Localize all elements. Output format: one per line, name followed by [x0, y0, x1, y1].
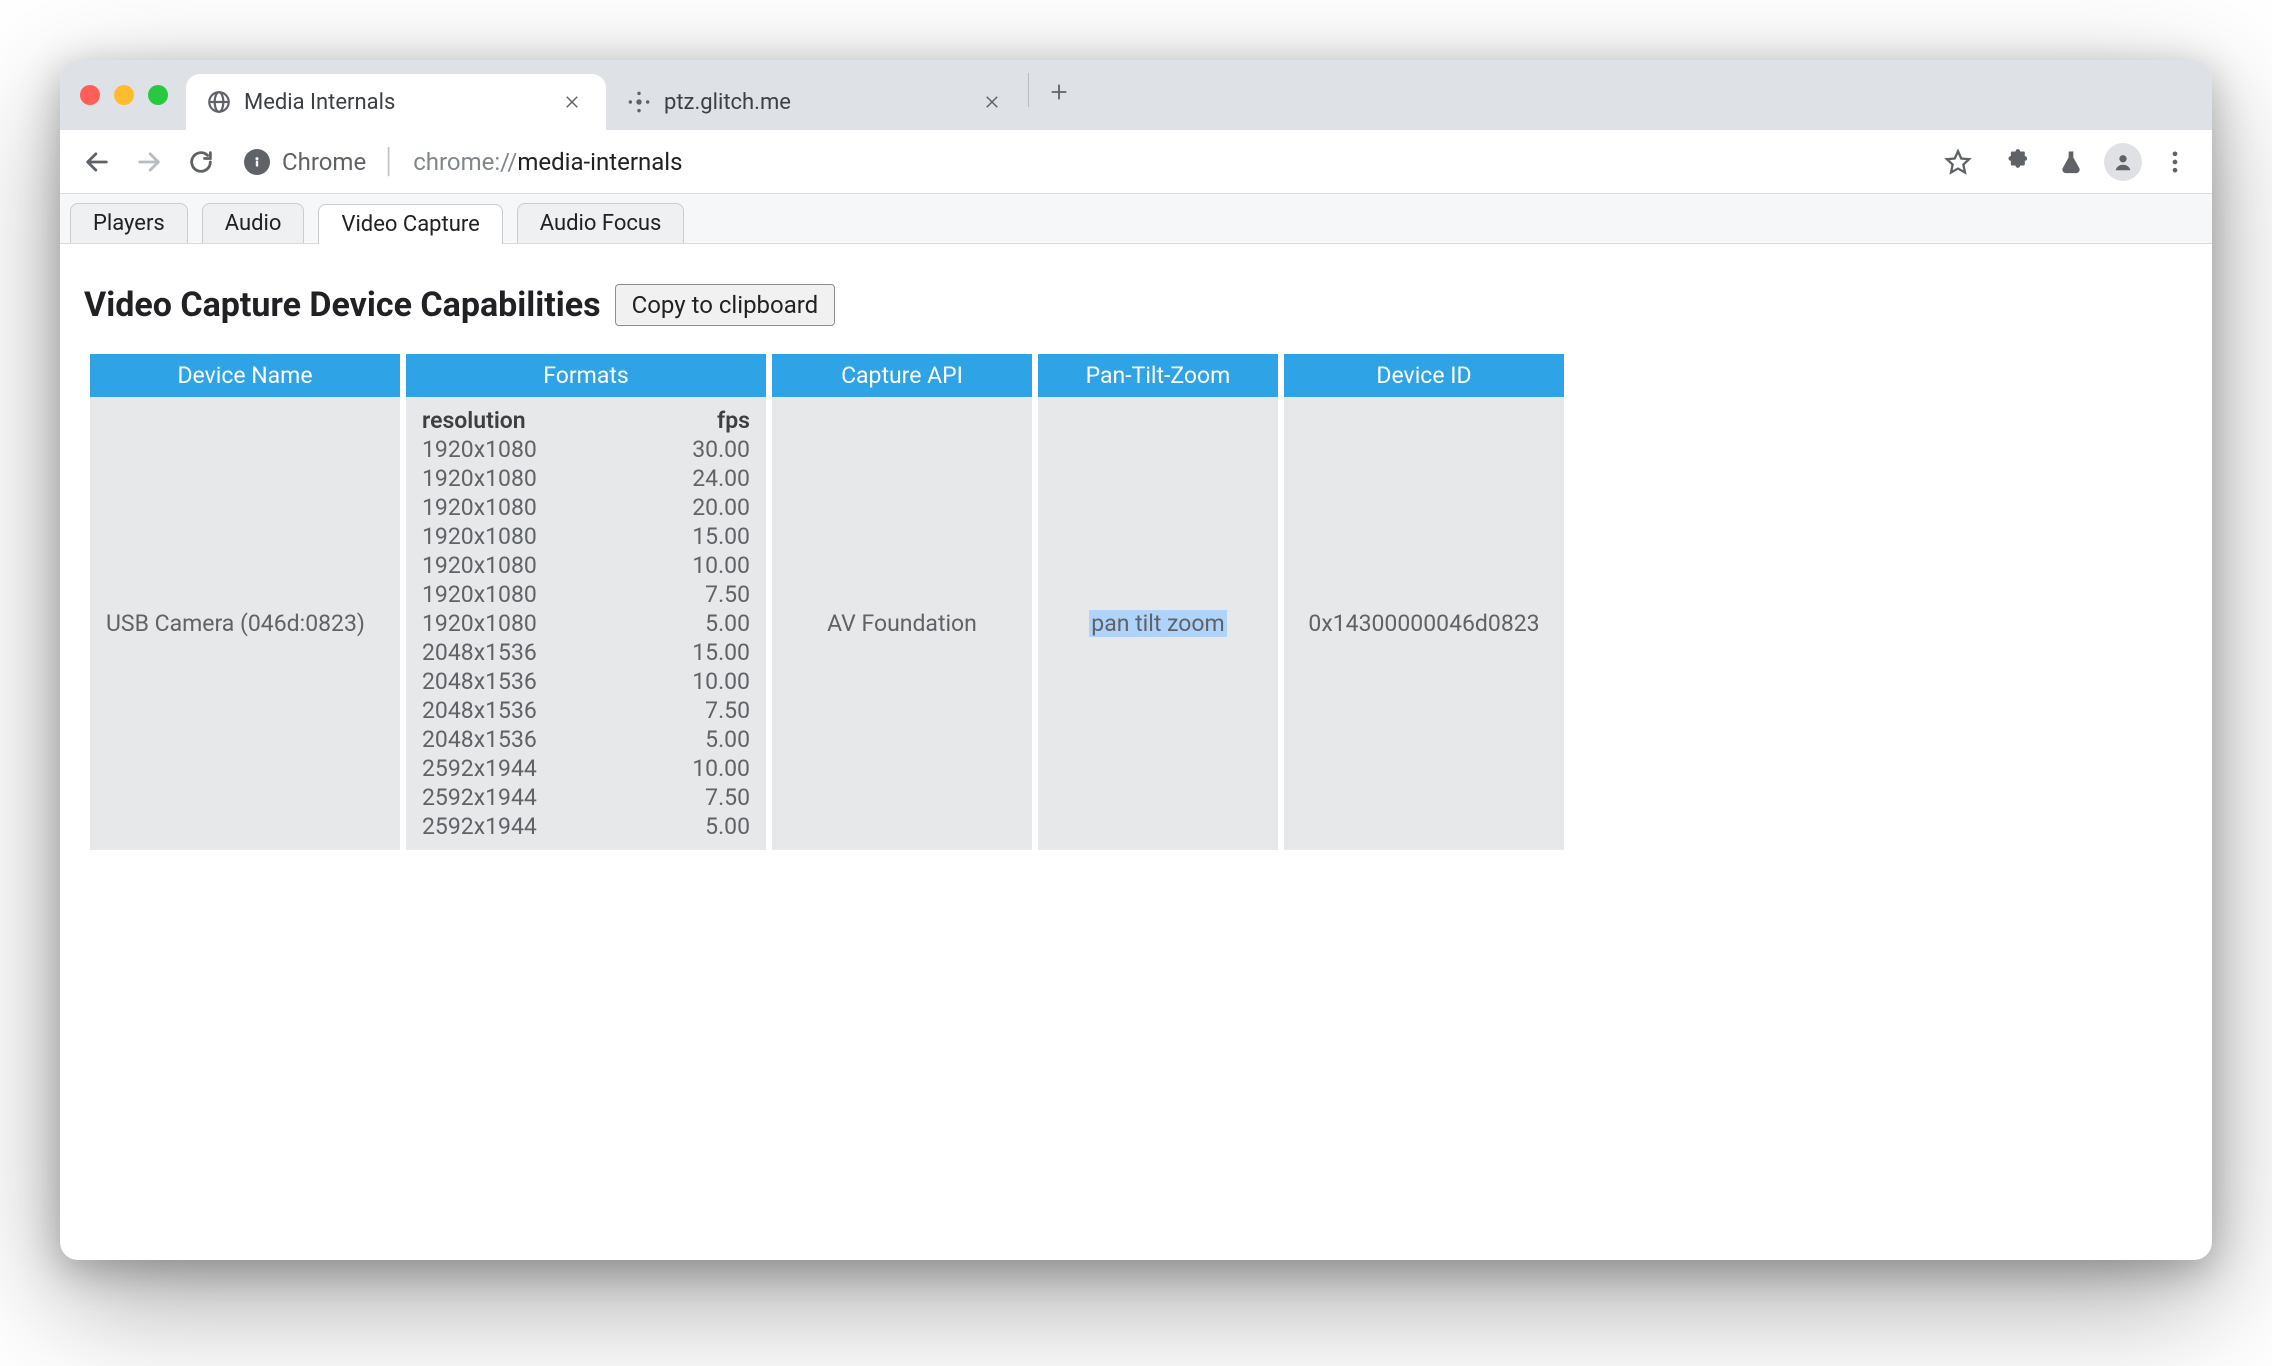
- section-heading: Video Capture Device Capabilities: [84, 285, 601, 325]
- formats-header-fps: fps: [692, 407, 750, 434]
- format-resolution: 1920x1080: [422, 494, 646, 521]
- profile-button[interactable]: [2100, 139, 2146, 185]
- format-fps: 15.00: [692, 639, 750, 666]
- reload-button[interactable]: [178, 139, 224, 185]
- format-resolution: 1920x1080: [422, 523, 646, 550]
- avatar-icon: [2104, 143, 2142, 181]
- nav-tab-audio[interactable]: Audio: [202, 203, 305, 243]
- col-header-ptz[interactable]: Pan-Tilt-Zoom: [1038, 354, 1278, 397]
- labs-icon[interactable]: [2048, 139, 2094, 185]
- tab-strip: Media Internals ptz.glitch.me: [60, 60, 2212, 130]
- device-id-cell: 0x14300000046d0823: [1284, 397, 1564, 850]
- nav-tab-players[interactable]: Players: [70, 203, 188, 243]
- format-resolution: 1920x1080: [422, 552, 646, 579]
- col-header-id[interactable]: Device ID: [1284, 354, 1564, 397]
- table-row: USB Camera (046d:0823) resolution fps 19…: [90, 397, 1564, 850]
- forward-button[interactable]: [126, 139, 172, 185]
- zoom-window-button[interactable]: [148, 85, 168, 105]
- format-fps: 7.50: [692, 784, 750, 811]
- col-header-api[interactable]: Capture API: [772, 354, 1032, 397]
- browser-tab-1[interactable]: ptz.glitch.me: [606, 74, 1026, 130]
- format-fps: 24.00: [692, 465, 750, 492]
- capture-api-cell: AV Foundation: [772, 397, 1032, 850]
- format-fps: 20.00: [692, 494, 750, 521]
- site-icon: [626, 89, 652, 115]
- close-tab-icon[interactable]: [558, 88, 586, 116]
- col-header-formats[interactable]: Formats: [406, 354, 766, 397]
- formats-cell: resolution fps 1920x1080 30.00 1920x1080 24…: [406, 397, 766, 850]
- format-fps: 10.00: [692, 668, 750, 695]
- table-header-row: Device Name Formats Capture API Pan-Tilt…: [90, 354, 1564, 397]
- col-header-device[interactable]: Device Name: [90, 354, 400, 397]
- capabilities-table: Device Name Formats Capture API Pan-Tilt…: [84, 354, 1570, 850]
- extensions-icon[interactable]: [1996, 139, 2042, 185]
- close-tab-icon[interactable]: [978, 88, 1006, 116]
- url-separator: │: [382, 147, 397, 176]
- ptz-value: pan tilt zoom: [1089, 610, 1226, 637]
- nav-tab-video-capture[interactable]: Video Capture: [318, 204, 502, 244]
- close-window-button[interactable]: [80, 85, 100, 105]
- formats-header-res: resolution: [422, 407, 646, 434]
- page-nav-tabs: Players Audio Video Capture Audio Focus: [60, 194, 2212, 244]
- url-scheme: chrome://: [413, 148, 517, 176]
- format-resolution: 2048x1536: [422, 726, 646, 753]
- bookmark-star-icon[interactable]: [1944, 148, 1972, 176]
- back-button[interactable]: [74, 139, 120, 185]
- format-resolution: 1920x1080: [422, 610, 646, 637]
- format-resolution: 1920x1080: [422, 581, 646, 608]
- globe-icon: [206, 89, 232, 115]
- format-fps: 5.00: [692, 726, 750, 753]
- format-fps: 15.00: [692, 523, 750, 550]
- copy-to-clipboard-button[interactable]: Copy to clipboard: [615, 284, 836, 326]
- format-resolution: 2592x1944: [422, 813, 646, 840]
- device-name-cell: USB Camera (046d:0823): [90, 397, 400, 850]
- nav-tab-audio-focus[interactable]: Audio Focus: [517, 203, 685, 243]
- ptz-cell: pan tilt zoom: [1038, 397, 1278, 850]
- new-tab-button[interactable]: [1037, 70, 1081, 114]
- format-fps: 5.00: [692, 813, 750, 840]
- tab-divider: [1028, 73, 1029, 107]
- format-resolution: 2592x1944: [422, 784, 646, 811]
- address-bar[interactable]: Chrome │ chrome://media-internals: [230, 139, 1990, 185]
- window-controls: [80, 85, 168, 105]
- site-info-icon[interactable]: [244, 149, 270, 175]
- format-resolution: 1920x1080: [422, 465, 646, 492]
- url-origin: Chrome: [282, 148, 366, 176]
- browser-toolbar: Chrome │ chrome://media-internals: [60, 130, 2212, 194]
- format-fps: 7.50: [692, 697, 750, 724]
- kebab-menu-icon[interactable]: [2152, 139, 2198, 185]
- page-content: Video Capture Device Capabilities Copy t…: [60, 244, 2212, 1260]
- format-resolution: 2592x1944: [422, 755, 646, 782]
- format-fps: 10.00: [692, 552, 750, 579]
- format-fps: 10.00: [692, 755, 750, 782]
- tab-title: ptz.glitch.me: [664, 90, 791, 115]
- format-resolution: 2048x1536: [422, 697, 646, 724]
- browser-tab-0[interactable]: Media Internals: [186, 74, 606, 130]
- tab-title: Media Internals: [244, 90, 395, 115]
- format-fps: 5.00: [692, 610, 750, 637]
- format-resolution: 2048x1536: [422, 668, 646, 695]
- format-resolution: 1920x1080: [422, 436, 646, 463]
- browser-window: Media Internals ptz.glitch.me: [60, 60, 2212, 1260]
- format-resolution: 2048x1536: [422, 639, 646, 666]
- minimize-window-button[interactable]: [114, 85, 134, 105]
- url-path: media-internals: [517, 148, 682, 176]
- format-fps: 30.00: [692, 436, 750, 463]
- format-fps: 7.50: [692, 581, 750, 608]
